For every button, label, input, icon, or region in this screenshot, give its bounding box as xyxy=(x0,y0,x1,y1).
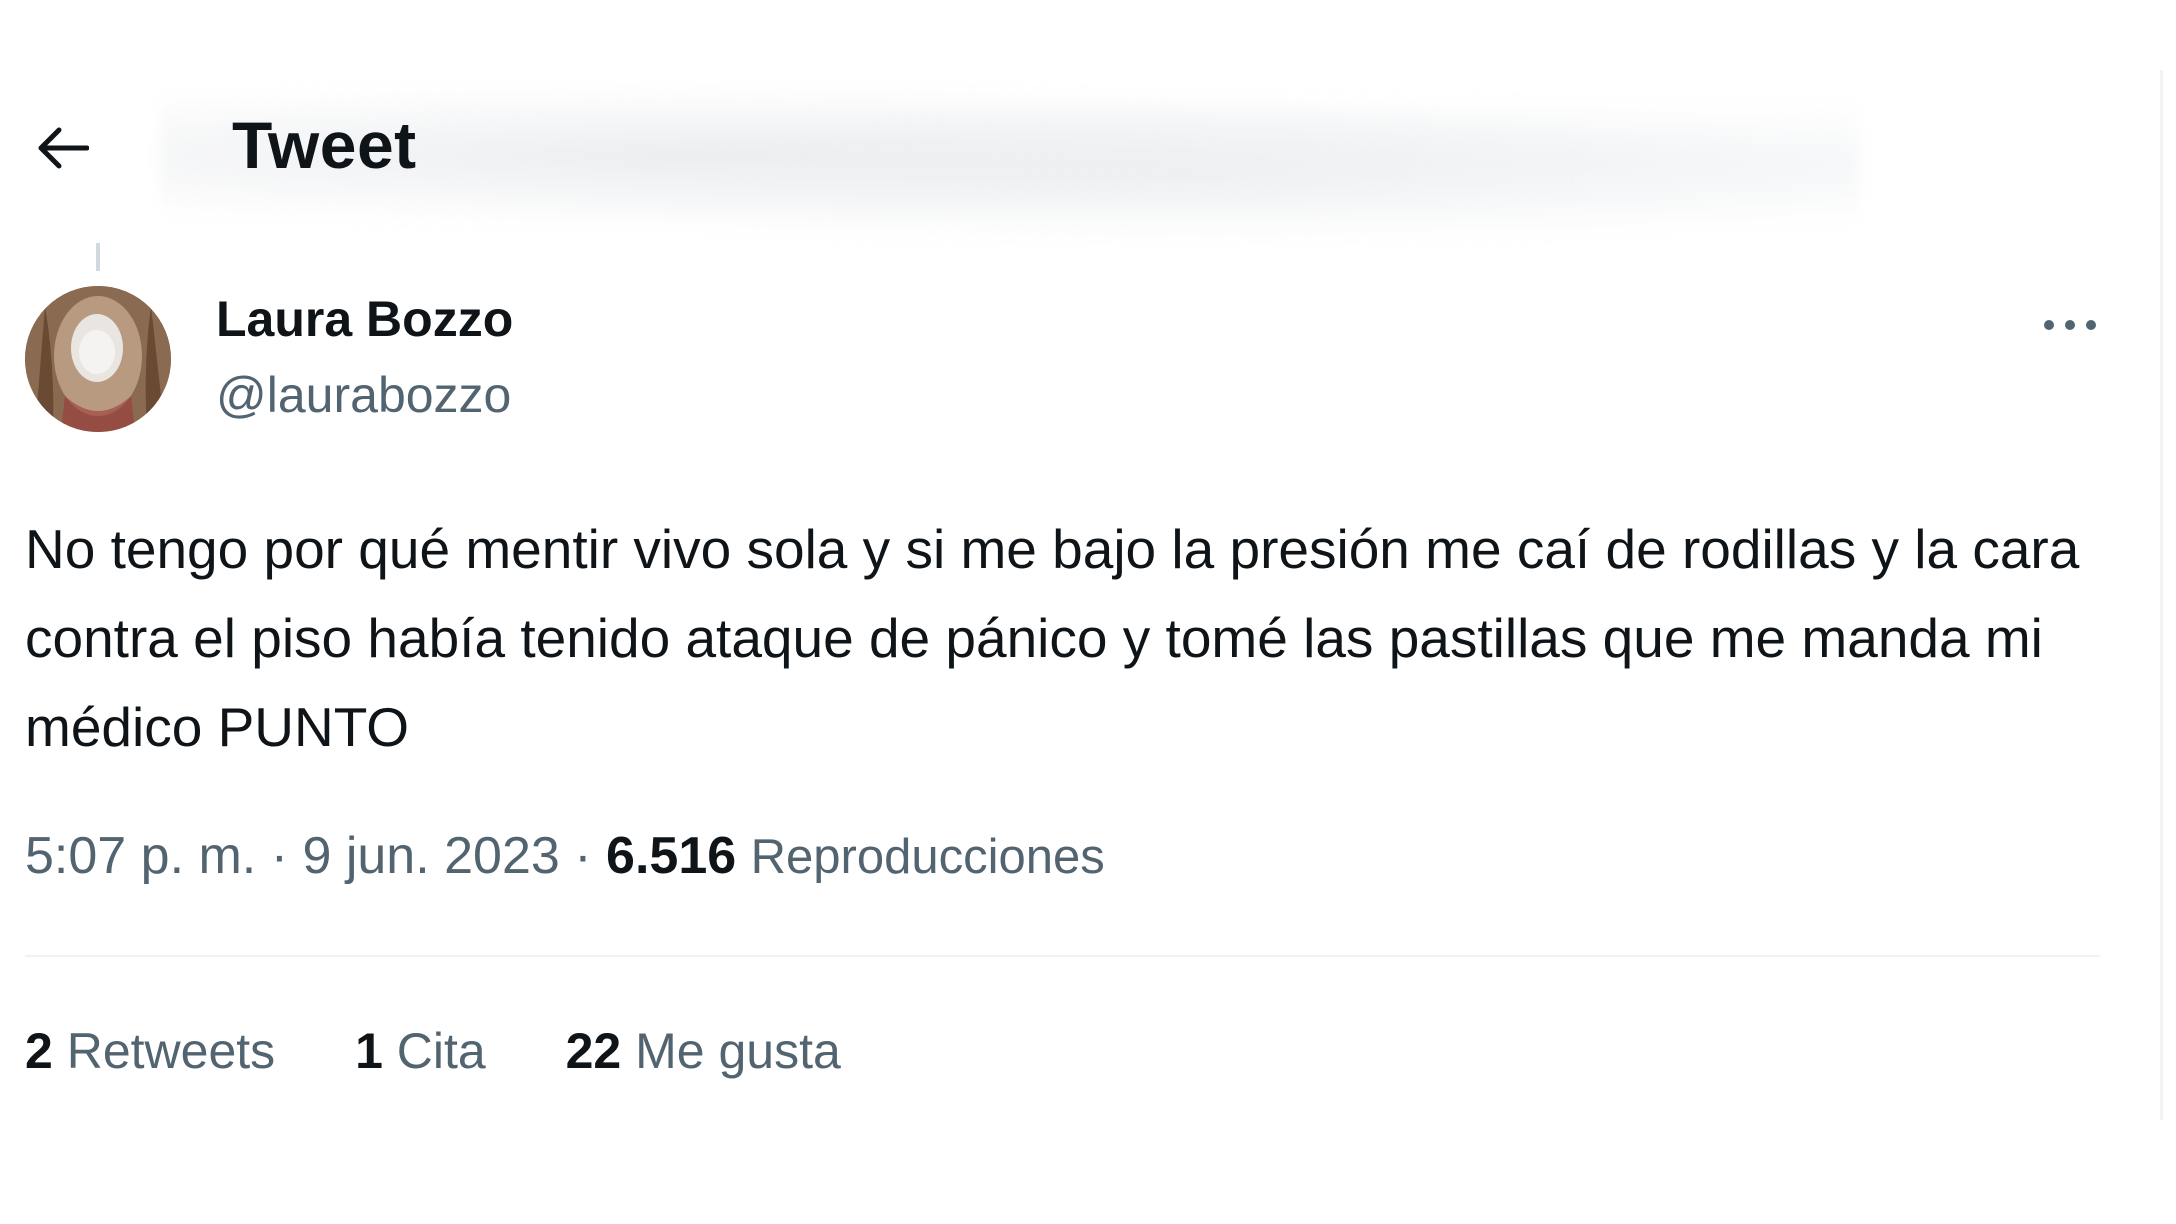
column-border xyxy=(2160,70,2163,1120)
author-handle[interactable]: @laurabozzo xyxy=(216,366,511,424)
tweet-page: Tweet Laura Bozzo @laurabozzo No tengo p… xyxy=(0,0,2176,1224)
views-count: 6.516 xyxy=(606,827,737,885)
avatar-image xyxy=(25,286,171,432)
tweet-meta: 5:07 p. m. · 9 jun. 2023 · 6.516 Reprodu… xyxy=(25,826,1105,886)
page-title: Tweet xyxy=(232,108,417,182)
divider xyxy=(25,955,2100,957)
likes-count: 22 xyxy=(565,1023,622,1079)
quotes-label: Cita xyxy=(396,1023,486,1079)
thread-connector xyxy=(96,243,100,271)
more-dots-icon xyxy=(2044,320,2096,330)
retweets-label: Retweets xyxy=(66,1023,276,1079)
arrow-left-icon xyxy=(38,127,89,169)
tweet-time[interactable]: 5:07 p. m. xyxy=(25,827,256,885)
quotes-stat[interactable]: 1 Cita xyxy=(355,1022,486,1080)
meta-separator: · xyxy=(574,827,592,885)
meta-separator: · xyxy=(270,827,289,885)
more-options-button[interactable] xyxy=(2030,295,2110,355)
author-name[interactable]: Laura Bozzo xyxy=(216,290,513,348)
views-label: Reproducciones xyxy=(750,830,1105,884)
likes-stat[interactable]: 22 Me gusta xyxy=(566,1022,841,1080)
retweets-stat[interactable]: 2 Retweets xyxy=(25,1022,275,1080)
retweets-count: 2 xyxy=(25,1023,53,1079)
tweet-header: Tweet xyxy=(0,95,2100,195)
likes-label: Me gusta xyxy=(635,1023,841,1079)
tweet-stats: 2 Retweets 1 Cita 22 Me gusta xyxy=(25,1022,907,1080)
quotes-count: 1 xyxy=(355,1023,383,1079)
back-button[interactable] xyxy=(28,113,98,183)
tweet-text: No tengo por qué mentir vivo sola y si m… xyxy=(25,518,2080,758)
tweet-date[interactable]: 9 jun. 2023 xyxy=(302,827,559,885)
avatar[interactable] xyxy=(25,286,171,432)
